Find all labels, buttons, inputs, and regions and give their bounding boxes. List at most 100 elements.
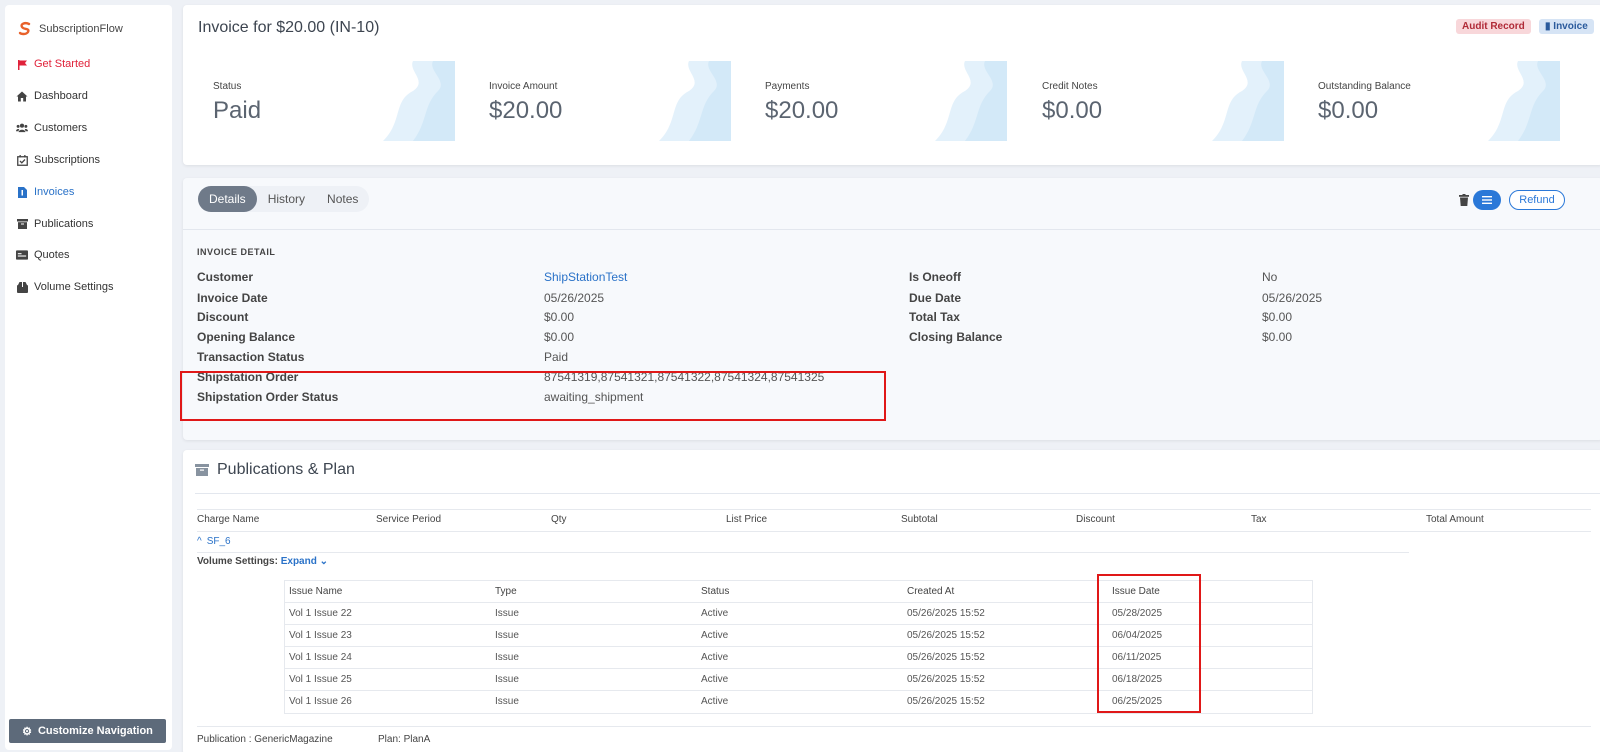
column-header: Status: [701, 586, 730, 597]
publications-title: Publications & Plan: [195, 461, 355, 479]
detail-key: Discount: [197, 310, 249, 324]
menu-button[interactable]: [1473, 190, 1501, 210]
detail-key: Closing Balance: [909, 330, 1003, 344]
gear-icon: ⚙: [22, 725, 32, 738]
sidebar-item-label: Invoices: [34, 186, 75, 198]
list-icon: [1482, 196, 1492, 204]
decorative-wave-icon: [1488, 61, 1560, 141]
sidebar-item-dashboard[interactable]: Dashboard: [16, 90, 88, 102]
invoice-badge[interactable]: ▮ Invoice: [1539, 19, 1594, 34]
detail-value: 05/26/2025: [544, 291, 605, 305]
sidebar-item-label: Subscriptions: [34, 154, 101, 166]
sidebar-item-volume-settings[interactable]: Volume Settings: [16, 281, 114, 293]
issue-created-at: 05/26/2025 15:52: [907, 608, 985, 619]
stat-invoice-amount: Invoice Amount $20.00: [459, 61, 735, 143]
brand-name: SubscriptionFlow: [39, 23, 123, 35]
table-line: [197, 726, 1591, 727]
stat-label: Status: [213, 81, 242, 92]
decorative-wave-icon: [383, 61, 455, 141]
audit-record-badge[interactable]: Audit Record: [1456, 19, 1531, 34]
flag-icon: [16, 58, 28, 70]
issue-date-highlight-box: [1097, 574, 1201, 713]
calendar-check-icon: [16, 154, 28, 166]
charge-row-toggle[interactable]: ^ SF_6: [197, 536, 231, 547]
issue-created-at: 05/26/2025 15:52: [907, 674, 985, 685]
quote-icon: [16, 249, 28, 261]
brand[interactable]: SubscriptionFlow: [17, 21, 123, 37]
column-header: List Price: [726, 514, 768, 525]
customer-link[interactable]: ShipStationTest: [544, 270, 627, 284]
invoice-icon: [16, 186, 28, 198]
table-line: [197, 509, 1591, 510]
tab-history[interactable]: History: [257, 186, 316, 212]
issue-type: Issue: [495, 674, 519, 685]
customize-navigation-button[interactable]: ⚙ Customize Navigation: [9, 719, 166, 743]
column-header: Service Period: [376, 514, 442, 525]
issue-type: Issue: [495, 696, 519, 707]
invoice-summary-card: Invoice for $20.00 (IN-10) Audit Record …: [183, 5, 1600, 165]
refund-button[interactable]: Refund: [1509, 190, 1565, 210]
chevron-up-icon: ^: [197, 536, 202, 547]
detail-value: 05/26/2025: [1262, 291, 1323, 305]
column-header: Total Amount: [1426, 514, 1484, 525]
trash-icon[interactable]: [1459, 194, 1469, 206]
tab-notes[interactable]: Notes: [316, 186, 369, 212]
column-header: Type: [495, 586, 517, 597]
sidebar-item-get-started[interactable]: Get Started: [16, 58, 90, 70]
invoice-detail-heading: INVOICE DETAIL: [197, 247, 276, 257]
divider: [183, 229, 1600, 230]
issue-name: Vol 1 Issue 25: [289, 674, 352, 685]
stat-label: Invoice Amount: [489, 81, 558, 92]
detail-key: Customer: [197, 270, 254, 284]
detail-value: $0.00: [544, 330, 575, 344]
sidebar-item-customers[interactable]: Customers: [16, 122, 87, 134]
home-icon: [16, 90, 28, 102]
stat-status: Status Paid: [183, 61, 459, 143]
sidebar-item-publications[interactable]: Publications: [16, 218, 93, 230]
column-header: Charge Name: [197, 514, 260, 525]
page-title: Invoice for $20.00 (IN-10): [198, 19, 380, 36]
column-header: Subtotal: [901, 514, 938, 525]
expand-toggle[interactable]: Expand ⌄: [281, 556, 328, 567]
volume-settings-label: Volume Settings:: [197, 556, 278, 567]
invoice-detail-card: Details History Notes Refund INVOICE DET…: [180, 178, 1600, 440]
issue-status: Active: [701, 696, 729, 707]
detail-value: $0.00: [1262, 330, 1293, 344]
plan-label: Plan: PlanA: [378, 734, 431, 745]
issue-name: Vol 1 Issue 22: [289, 608, 352, 619]
issue-type: Issue: [495, 608, 519, 619]
detail-key: Opening Balance: [197, 330, 296, 344]
sidebar-item-invoices[interactable]: Invoices: [16, 186, 74, 198]
sidebar-item-quotes[interactable]: Quotes: [16, 249, 69, 261]
column-header: Discount: [1076, 514, 1115, 525]
sidebar: SubscriptionFlow Get Started Dashboard C…: [5, 5, 172, 750]
charge-name: SF_6: [206, 536, 231, 547]
archive-icon: [16, 218, 28, 230]
users-icon: [16, 122, 28, 134]
issue-status: Active: [701, 674, 729, 685]
tab-details[interactable]: Details: [198, 186, 257, 212]
sidebar-item-label: Customers: [34, 122, 88, 134]
stat-credit-notes: Credit Notes $0.00: [1012, 61, 1288, 143]
stat-label: Outstanding Balance: [1318, 81, 1411, 92]
sidebar-item-label: Dashboard: [34, 90, 88, 102]
detail-key: Total Tax: [909, 310, 960, 324]
detail-key: Due Date: [909, 291, 962, 305]
issue-name: Vol 1 Issue 23: [289, 630, 352, 641]
volume-settings-row: Volume Settings: Expand ⌄: [197, 556, 328, 567]
decorative-wave-icon: [1212, 61, 1284, 141]
decorative-wave-icon: [935, 61, 1007, 141]
detail-key: Transaction Status: [197, 350, 305, 364]
stat-value: Paid: [213, 97, 262, 124]
publications-title-text: Publications & Plan: [217, 461, 355, 478]
issue-status: Active: [701, 630, 729, 641]
sidebar-item-subscriptions[interactable]: Subscriptions: [16, 154, 100, 166]
detail-key: Is Oneoff: [909, 270, 962, 284]
sidebar-item-label: Publications: [34, 218, 94, 230]
issue-status: Active: [701, 652, 729, 663]
stat-label: Payments: [765, 81, 810, 92]
detail-value: No: [1262, 270, 1278, 284]
table-line: [197, 531, 1591, 532]
column-header: Issue Name: [289, 586, 343, 597]
stat-outstanding-balance: Outstanding Balance $0.00: [1288, 61, 1564, 143]
